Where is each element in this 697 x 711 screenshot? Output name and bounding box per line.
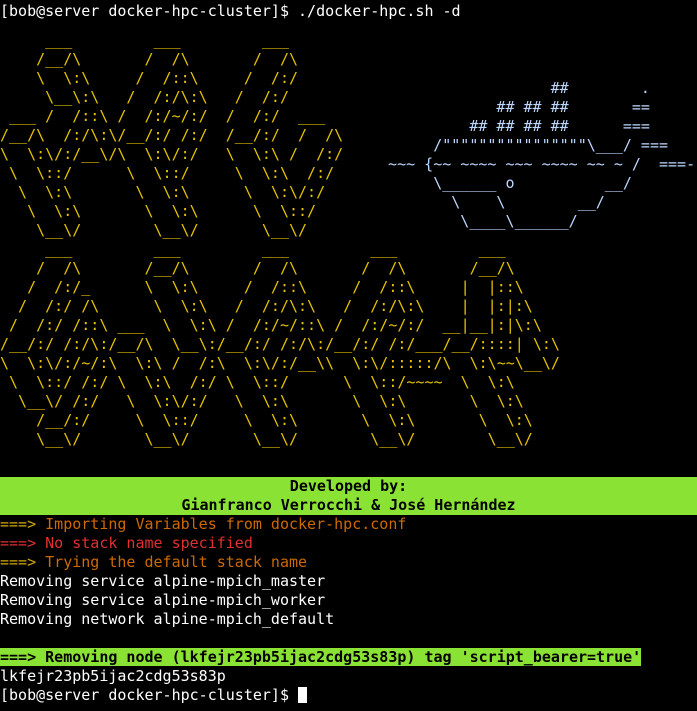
command-line: [bob@server docker-hpc-cluster]$ ./docke… — [0, 2, 461, 21]
shell-prompt: [bob@server docker-hpc-cluster]$ — [0, 686, 299, 704]
output-line-remove-worker: Removing service alpine-mpich_worker — [0, 591, 326, 609]
command-text: ./docker-hpc.sh -d — [298, 2, 461, 20]
output-line-error: ===> No stack name specified — [0, 534, 253, 553]
node-id-line: lkfejr23pb5ijac2cdg53s83p — [0, 667, 226, 685]
credits-authors: Gianfranco Verrocchi & José Hernández — [181, 496, 516, 514]
credits-title: Developed by: — [289, 477, 408, 495]
arrow-marker: ===> — [0, 553, 46, 571]
output-line-remove-node: ===> Removing node (lkfejr23pb5ijac2cdg5… — [0, 648, 642, 667]
shell-prompt: [bob@server docker-hpc-cluster]$ — [0, 2, 299, 20]
docker-whale-ascii-art: ## . ## ## ## == ## ## ## ## === /""""""… — [388, 79, 696, 230]
prompt-line[interactable]: [bob@server docker-hpc-cluster]$ — [0, 686, 308, 705]
arrow-marker: ===> — [0, 534, 46, 552]
error-text: No stack name specified — [45, 534, 253, 552]
terminal-window[interactable]: [bob@server docker-hpc-cluster]$ ./docke… — [0, 0, 697, 711]
arrow-marker: ===> — [0, 515, 46, 533]
output-line-remove-master: Removing service alpine-mpich_master — [0, 572, 326, 590]
credits-banner: Developed by: Gianfranco Verrocchi & Jos… — [0, 477, 697, 515]
text-cursor[interactable] — [298, 687, 308, 703]
highlighted-text: ===> Removing node (lkfejr23pb5ijac2cdg5… — [0, 648, 642, 666]
output-text: Trying the default stack name — [45, 553, 308, 571]
output-text: Importing Variables from docker-hpc.conf — [45, 515, 407, 533]
output-line-default-stack: ===> Trying the default stack name — [0, 553, 307, 572]
output-line-import: ===> Importing Variables from docker-hpc… — [0, 515, 406, 534]
output-line-remove-network: Removing network alpine-mpich_default — [0, 610, 335, 628]
